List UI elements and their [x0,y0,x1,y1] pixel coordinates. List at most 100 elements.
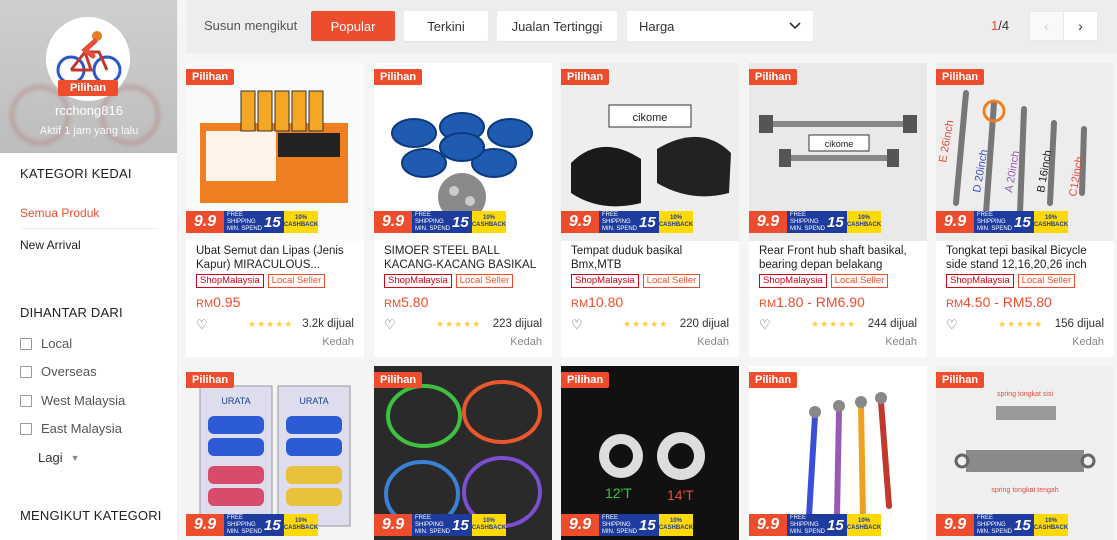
price-value: 0.95 [213,294,241,310]
product-card[interactable]: cikome Pilihan 9.9 FREE SHIPPING MIN. SPEN… [561,63,739,357]
filter-overseas[interactable]: Overseas [20,364,97,379]
promo-sale: 9.9 [749,514,787,536]
promo-spacer [1068,211,1114,233]
prev-page-button[interactable]: ‹ [1029,11,1064,41]
sort-latest-button[interactable]: Terkini [404,11,488,41]
free-shipping-text: FREE SHIPPING MIN. SPEND [415,212,450,233]
sort-popular-button[interactable]: Popular [311,11,395,41]
pilihan-badge: Pilihan [749,69,798,85]
rating-stars: ★★★★★ [998,319,1044,329]
like-heart-icon[interactable]: ♡ [384,317,396,333]
product-title[interactable]: SIMOER STEEL BALL KACANG-KACANG BASIKAL [384,244,544,272]
cashback-label: CASHBACK [471,222,507,228]
local-seller-tag: Local Seller [642,274,701,288]
filter-label: Local [41,336,73,351]
cashback-badge: 10% CASHBACK [472,514,506,536]
product-card[interactable]: URATA URATA Pilihan 9.9 FREE SHIPPING MIN. … [186,366,364,540]
shopmalaysia-tag: ShopMalaysia [759,274,827,288]
product-card[interactable]: Pilihan 9.9 FREE SHIPPING MIN. SPEND 15 10%… [374,63,552,357]
fs-line1: FREE [415,514,432,521]
svg-text:cikome: cikome [825,139,854,149]
like-heart-icon[interactable]: ♡ [196,317,208,333]
like-heart-icon[interactable]: ♡ [571,317,583,333]
like-heart-icon[interactable]: ♡ [759,317,771,333]
cashback-pct: 10% [857,215,870,221]
pilihan-badge: Pilihan [186,69,235,85]
promo-spacer [318,514,364,536]
by-category-title: MENGIKUT KATEGORI [20,508,162,523]
free-shipping-badge: FREE SHIPPING MIN. SPEND 15 [412,514,472,536]
free-shipping-badge: FREE SHIPPING MIN. SPEND 15 [787,211,847,233]
sidebar-item-all-products[interactable]: Semua Produk [20,206,99,220]
fs-line1: FREE [977,211,994,218]
next-page-button[interactable]: › [1063,11,1098,41]
checkbox[interactable] [20,394,32,407]
cashback-label: CASHBACK [283,525,319,531]
product-card[interactable]: cikome Pilihan 9.9 FREE SHIPPING MIN. SPEN… [749,63,927,357]
cashback-badge: 10% CASHBACK [1034,211,1068,233]
product-card[interactable]: Pilihan 9.9 FREE SHIPPING MIN. SPEND 15 10%… [374,366,552,540]
product-card[interactable]: 12'T 14'T Pilihan 9.9 FREE SHIPPING MIN. SP… [561,366,739,540]
price-value: 1.80 - RM6.90 [776,294,865,310]
product-card[interactable]: Pilihan 9.9 FREE SHIPPING MIN. SPEND 15 10%… [749,366,927,540]
sidebar-item-new-arrival[interactable]: New Arrival [20,238,81,252]
free-shipping-text: FREE SHIPPING MIN. SPEND [227,212,262,233]
cashback-pct: 10% [482,215,495,221]
local-seller-tag: Local Seller [455,274,514,288]
promo-spacer [881,211,927,233]
filter-label: West Malaysia [41,393,126,408]
product-card[interactable]: spring tongkat sisi spring tongkat tengah… [936,366,1114,540]
sold-count: 3.2k dijual [302,318,354,330]
shopmalaysia-tag: ShopMalaysia [384,274,452,288]
fs-line2: SHIPPING [227,521,256,528]
product-title[interactable]: Tempat duduk basikal Bmx,MTB [571,244,731,272]
cashback-pct: 10% [669,215,682,221]
promo-spacer [693,211,739,233]
svg-text:spring tongkat tengah: spring tongkat tengah [991,487,1058,494]
like-heart-icon[interactable]: ♡ [946,317,958,333]
product-title[interactable]: Rear Front hub shaft basikal, bearing de… [759,244,919,272]
free-shipping-text: FREE SHIPPING MIN. SPEND [602,212,637,233]
sold-count: 244 dijual [867,318,917,330]
free-shipping-text: FREE SHIPPING MIN. SPEND [977,515,1012,536]
shopmalaysia-tag: ShopMalaysia [571,274,639,288]
filter-west-malaysia[interactable]: West Malaysia [20,393,125,408]
product-card[interactable]: Pilihan 9.9 FREE SHIPPING MIN. SPEND 15 10%… [186,63,364,357]
fs-line2: SHIPPING [602,218,631,225]
cashback-label: CASHBACK [846,222,882,228]
shop-header[interactable]: Pilihan rcchong816 Aktif 1 jam yang lalu [0,0,177,153]
fs-line1: FREE [227,514,244,521]
free-shipping-amount: 15 [827,516,844,534]
checkbox[interactable] [20,365,32,378]
checkbox[interactable] [20,422,32,435]
price-currency: RM [196,298,214,310]
fs-line3: MIN. SPEND [602,528,638,535]
promo-sale: 9.9 [186,211,224,233]
fs-line2: SHIPPING [790,218,819,225]
free-shipping-badge: FREE SHIPPING MIN. SPEND 15 [599,514,659,536]
pilihan-badge: Pilihan [749,372,798,388]
filter-east-malaysia[interactable]: East Malaysia [20,421,122,436]
free-shipping-amount: 15 [452,516,469,534]
shop-name[interactable]: rcchong816 [0,103,177,118]
promo-banner: 9.9 FREE SHIPPING MIN. SPEND 15 10% CASHBACK [374,211,552,233]
promo-spacer [318,211,364,233]
product-title[interactable]: Tongkat tepi basikal Bicycle side stand … [946,244,1106,272]
fs-line1: FREE [602,514,619,521]
promo-sale: 9.9 [186,514,224,536]
more-locations-toggle[interactable]: Lagi ▼ [38,450,80,465]
fs-line1: FREE [227,211,244,218]
fs-line1: FREE [415,211,432,218]
sort-top-sales-button[interactable]: Jualan Tertinggi [497,11,617,41]
price-sort-select[interactable]: Harga [627,11,813,41]
product-title[interactable]: Ubat Semut dan Lipas (Jenis Kapur) MIRAC… [196,244,356,272]
free-shipping-text: FREE SHIPPING MIN. SPEND [602,515,637,536]
price-value: 10.80 [588,294,624,310]
shop-active-status: Aktif 1 jam yang lalu [39,125,139,137]
promo-banner: 9.9 FREE SHIPPING MIN. SPEND 15 10% CASHBACK [936,514,1114,536]
checkbox[interactable] [20,337,32,350]
seller-location: Kedah [510,336,542,348]
pilihan-badge: Pilihan [936,372,985,388]
filter-local[interactable]: Local [20,336,72,351]
product-card[interactable]: E 26inch D 20inch A 20inch B 16inch C12inch … [936,63,1114,357]
